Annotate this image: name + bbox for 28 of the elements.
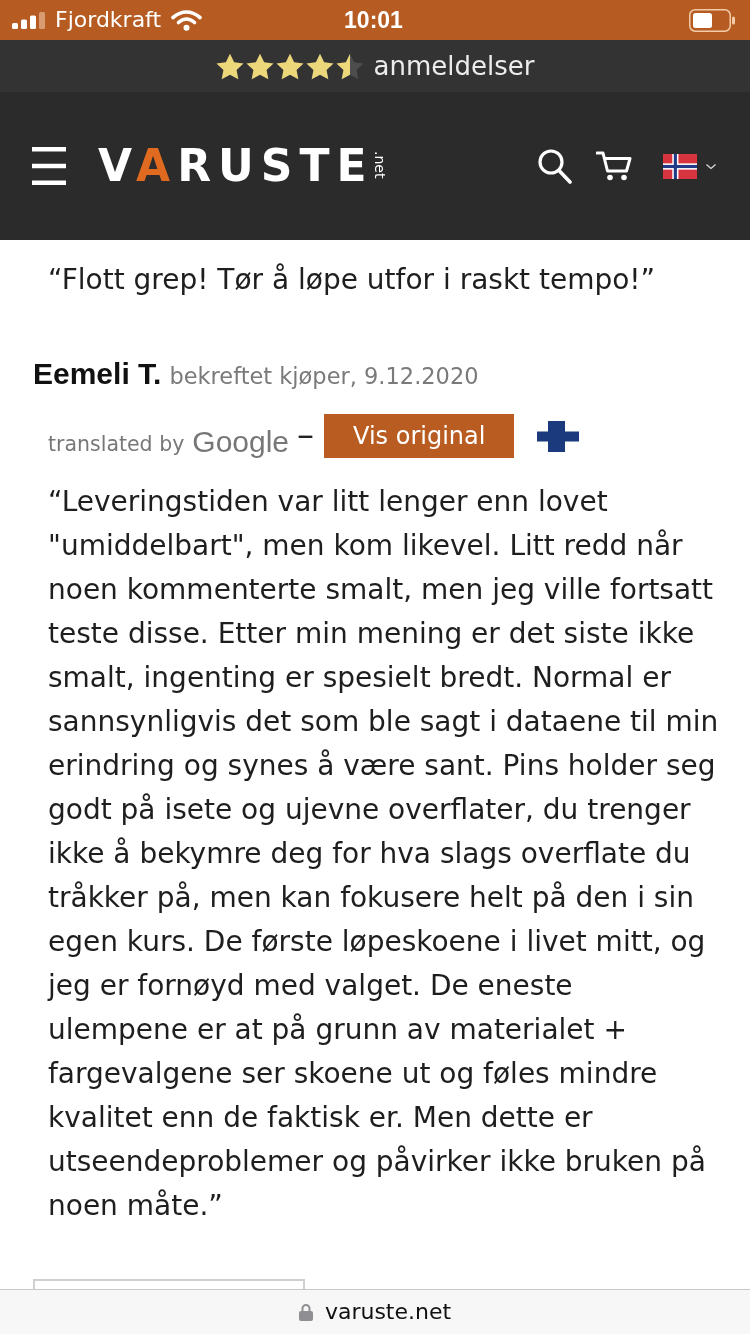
dash-separator: – <box>297 417 315 451</box>
show-original-button[interactable]: Vis original <box>324 414 515 458</box>
battery-icon <box>689 8 735 32</box>
clock-time: 10:01 <box>344 7 403 33</box>
signal-icon <box>12 11 45 29</box>
caret-icon[interactable] <box>706 163 716 169</box>
carrier-name: Fjordkraft <box>55 7 162 33</box>
cart-icon[interactable] <box>596 151 632 181</box>
star-icon <box>275 52 304 80</box>
site-logo[interactable]: VARUSTE .net <box>98 144 386 188</box>
search-icon[interactable] <box>538 148 572 184</box>
review-title: “Flott grep! Tør å løpe utfor i raskt tempo!” <box>47 262 657 298</box>
address-bar[interactable]: varuste.net <box>298 1298 452 1326</box>
lock-icon <box>298 1303 313 1321</box>
menu-icon[interactable] <box>32 147 66 185</box>
star-icon <box>245 52 274 80</box>
finland-flag-icon <box>537 420 580 452</box>
rating-label: anmeldelser <box>373 50 535 82</box>
norway-flag-icon[interactable] <box>663 153 697 179</box>
reviewer-name: Eemeli T. <box>33 356 162 392</box>
star-icon <box>335 52 364 80</box>
star-icon <box>305 52 334 80</box>
wifi-icon <box>171 9 203 31</box>
google-logo: Google <box>192 424 290 460</box>
review-text: “Leveringstiden var litt lenger enn lovet "umiddelbart", men kom likevel. Litt redd når noen kommenterte smalt, men jeg ville fortsatt teste disse. Etter min mening er det siste ikke smalt, ingenting er spesielt bredt. Normal er sannsynligvis det som ble sagt i dataene til min erindring og synes å være sant. Pins holder seg godt på isete og ujevne overflater, du trenger ikke å bekymre deg for hva slags overflate du tråkker på, men kan fokusere helt på den i sin egen kurs. De første løpeskoene i livet mitt, og jeg er fornøyd med valget. De eneste ulempene er at på grunn av materialet + fargevalgene ser skoene ut og føles mindre kvalitet enn de faktisk er. Men dette er utseendeproblemer og påvirker ikke bruken på noen måte.” <box>46 484 720 1224</box>
star-icon <box>215 52 244 80</box>
review-meta: bekreftet kjøper, 9.12.2020 <box>169 362 479 391</box>
translation-label: translated by <box>48 431 185 457</box>
